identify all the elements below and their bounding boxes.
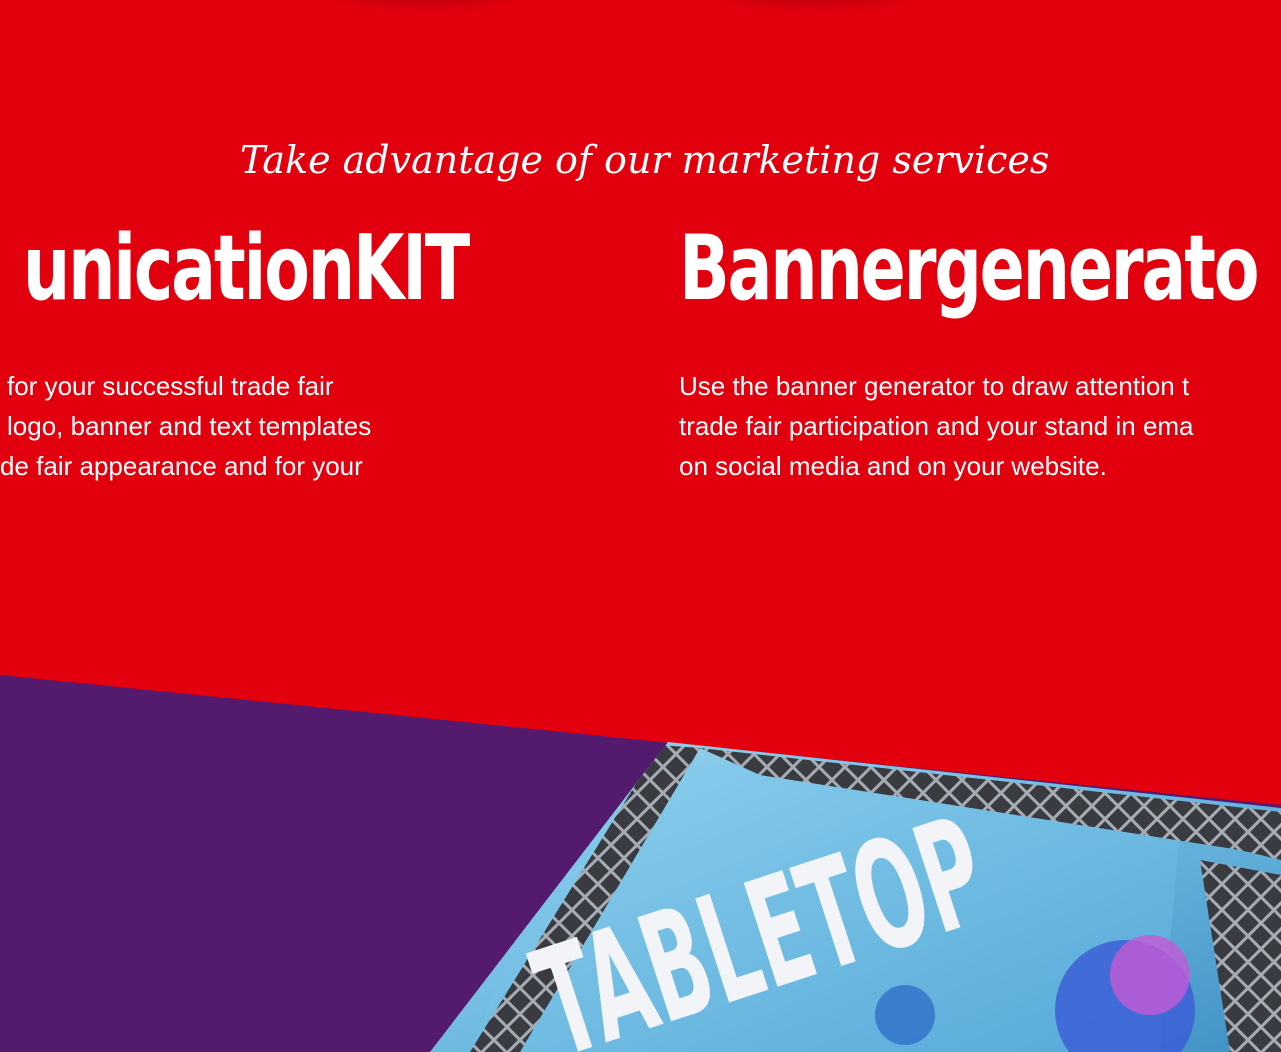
marketing-services-section: Take advantage of our marketing services…: [0, 0, 1281, 1052]
tabletop-banner-photo: TABLETOP: [430, 742, 1281, 1052]
